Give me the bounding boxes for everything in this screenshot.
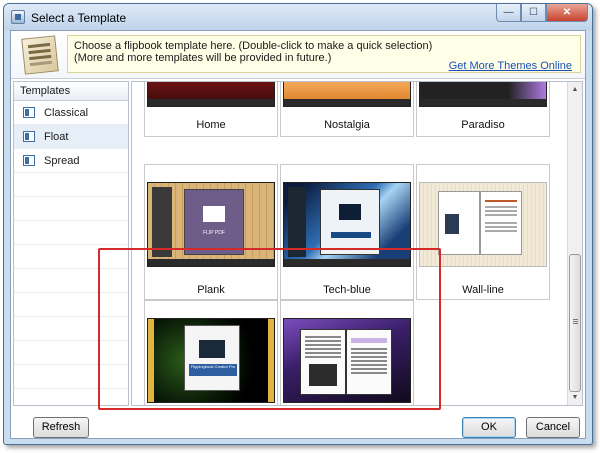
thumbnail-sidebar <box>288 187 306 257</box>
template-label: Paradiso <box>461 119 505 131</box>
app-icon <box>11 10 25 24</box>
template-icon <box>23 107 35 118</box>
thumbnail-edge <box>148 319 154 402</box>
template-thumbnail: Flippingbook Creator Pro <box>147 318 275 403</box>
empty-row <box>14 269 128 293</box>
title-bar[interactable]: Select a Template — ☐ ✕ <box>4 4 592 30</box>
thumbnail-toolbar <box>148 259 274 266</box>
instruction-message: Choose a flipbook template here. (Double… <box>67 35 581 73</box>
scroll-down-arrow-icon[interactable]: ▼ <box>568 390 582 405</box>
get-more-themes-link[interactable]: Get More Themes Online <box>449 60 572 72</box>
template-thumbnail <box>283 182 411 267</box>
template-icon <box>23 155 35 166</box>
template-book-icon <box>21 35 59 75</box>
template-thumbnail <box>419 82 547 107</box>
thumbnail-photo <box>445 214 459 234</box>
thumbnail-book: Flippingbook Creator Pro <box>184 325 240 391</box>
scroll-thumb[interactable] <box>569 254 581 392</box>
empty-row <box>14 317 128 341</box>
empty-row <box>14 293 128 317</box>
empty-row <box>14 197 128 221</box>
template-thumbnail: FLIP PDF <box>147 182 275 267</box>
template-tile-purple-classical[interactable]: purple_classical <box>280 300 414 405</box>
template-label: Home <box>196 119 226 131</box>
thumbnail-toolbar <box>284 259 410 266</box>
thumbnail-screen <box>203 206 225 222</box>
thumbnail-book <box>320 189 380 255</box>
template-label: Wall-line <box>462 284 504 296</box>
instruction-line-1: Choose a flipbook template here. (Double… <box>74 40 433 52</box>
thumbnail-page-left <box>438 191 480 255</box>
category-spread[interactable]: Spread <box>14 149 128 173</box>
category-label: Float <box>44 131 69 143</box>
template-tile-home[interactable]: Home <box>144 82 278 137</box>
category-list-header: Templates <box>14 82 128 101</box>
thumbnail-heading <box>351 338 387 343</box>
template-category-list: Templates Classical Float Spread <box>13 81 129 406</box>
thumbnail-text-lines <box>485 200 517 202</box>
template-thumbnail <box>419 182 547 267</box>
empty-row <box>14 365 128 389</box>
template-label: Nostalgia <box>324 119 370 131</box>
maximize-button[interactable]: ☐ <box>521 4 546 22</box>
template-icon <box>23 131 35 142</box>
template-tile-plank[interactable]: FLIP PDF Plank <box>144 164 278 300</box>
template-tile-paradiso[interactable]: Paradiso <box>416 82 550 137</box>
scroll-up-arrow-icon[interactable]: ▲ <box>568 82 582 97</box>
thumbnail-text-lines <box>305 336 341 338</box>
thumbnail-toolbar <box>284 99 410 106</box>
thumbnail-book: FLIP PDF <box>184 189 244 255</box>
template-thumbnail <box>283 318 411 403</box>
empty-row <box>14 173 128 197</box>
template-dialog: Select a Template — ☐ ✕ Choose a flipboo… <box>3 3 593 445</box>
template-tile-my-first-theme[interactable]: Flippingbook Creator Pro my_first_theme <box>144 300 278 405</box>
refresh-button[interactable]: Refresh <box>33 417 89 438</box>
thumbnail-caption: FLIP PDF <box>203 230 225 236</box>
thumbnail-screen <box>339 204 361 220</box>
thumbnail-caption: Flippingbook Creator Pro <box>189 364 237 376</box>
empty-row <box>14 245 128 269</box>
template-thumbnail <box>283 82 411 107</box>
category-label: Spread <box>44 155 80 167</box>
minimize-button[interactable]: — <box>496 4 521 22</box>
instruction-banner: Choose a flipbook template here. (Double… <box>11 31 585 79</box>
category-label: Classical <box>44 107 89 119</box>
close-button[interactable]: ✕ <box>546 4 588 22</box>
thumbnail-toolbar <box>148 99 274 106</box>
template-label: Tech-blue <box>323 284 371 296</box>
thumbnail-caption-bar <box>331 232 371 238</box>
thumbnail-edge <box>268 319 274 402</box>
template-label: Plank <box>197 284 225 296</box>
thumbnail-page-right <box>480 191 522 255</box>
thumbnail-sidebar <box>152 187 172 257</box>
thumbnail-page-right <box>346 329 392 395</box>
dialog-body: Choose a flipbook template here. (Double… <box>10 30 586 439</box>
thumbnail-screen <box>199 340 225 358</box>
template-tile-tech-blue[interactable]: Tech-blue <box>280 164 414 300</box>
category-float[interactable]: Float <box>14 125 128 149</box>
template-grid[interactable]: Home Nostalgia Paradiso FLIP PDF Plank T… <box>131 81 583 406</box>
empty-row <box>14 341 128 365</box>
thumbnail-page-left <box>300 329 346 395</box>
ok-button[interactable]: OK <box>462 417 516 438</box>
category-classical[interactable]: Classical <box>14 101 128 125</box>
template-grid-scrollbar[interactable]: ▲ ▼ <box>567 82 582 405</box>
template-tile-nostalgia[interactable]: Nostalgia <box>280 82 414 137</box>
thumbnail-toolbar <box>420 99 546 106</box>
window-title: Select a Template <box>31 11 127 25</box>
thumbnail-text-lines <box>351 348 387 350</box>
window-controls: — ☐ ✕ <box>496 4 588 22</box>
empty-row <box>14 221 128 245</box>
cancel-button[interactable]: Cancel <box>526 417 580 438</box>
template-thumbnail <box>147 82 275 107</box>
thumbnail-photo <box>309 364 337 386</box>
template-tile-wall-line[interactable]: Wall-line <box>416 164 550 300</box>
